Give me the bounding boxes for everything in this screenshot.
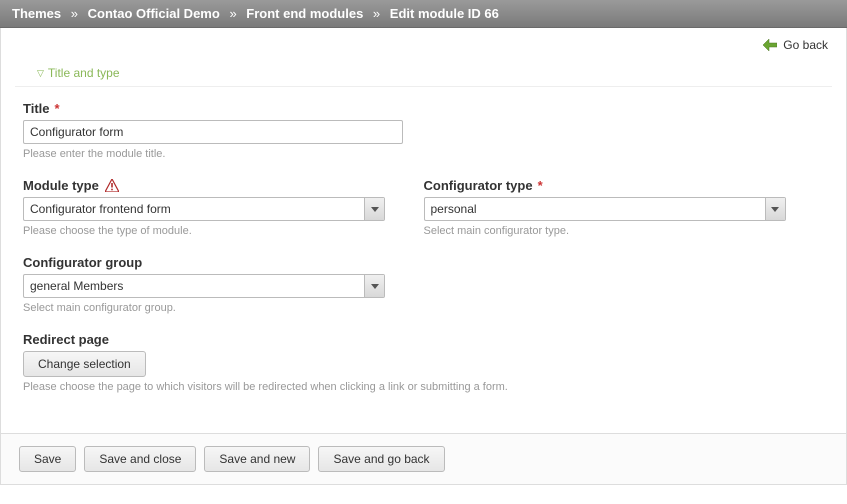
configurator-group-label: Configurator group <box>23 255 824 270</box>
title-label: Title* <box>23 101 824 116</box>
warning-icon <box>105 179 119 192</box>
configurator-group-help: Select main configurator group. <box>23 302 824 314</box>
required-mark: * <box>538 178 543 193</box>
title-help: Please enter the module title. <box>23 148 824 160</box>
chevron-down-icon[interactable] <box>364 198 384 220</box>
save-and-go-back-button[interactable]: Save and go back <box>318 446 444 472</box>
field-title: Title* Please enter the module title. <box>23 101 824 160</box>
field-configurator-group: Configurator group general Members Selec… <box>23 255 824 314</box>
breadcrumb-sep: » <box>229 6 236 21</box>
breadcrumb: Themes » Contao Official Demo » Front en… <box>0 0 847 28</box>
go-back-label: Go back <box>783 38 828 52</box>
breadcrumb-item[interactable]: Themes <box>12 6 61 21</box>
module-type-select[interactable]: Configurator frontend form <box>23 197 385 221</box>
change-selection-button[interactable]: Change selection <box>23 351 146 377</box>
module-type-label: Module type <box>23 178 404 193</box>
breadcrumb-item[interactable]: Front end modules <box>246 6 363 21</box>
breadcrumb-item: Edit module ID 66 <box>390 6 499 21</box>
breadcrumb-sep: » <box>71 6 78 21</box>
configurator-type-label: Configurator type* <box>424 178 825 193</box>
field-configurator-type: Configurator type* personal Select main … <box>424 178 825 237</box>
triangle-down-icon: ▽ <box>37 68 44 79</box>
chevron-down-icon[interactable] <box>765 198 785 220</box>
save-button[interactable]: Save <box>19 446 76 472</box>
breadcrumb-sep: » <box>373 6 380 21</box>
section-title-type[interactable]: ▽ Title and type <box>15 58 832 87</box>
configurator-type-help: Select main configurator type. <box>424 225 825 237</box>
arrow-left-icon <box>763 39 777 51</box>
chevron-down-icon[interactable] <box>364 275 384 297</box>
title-input[interactable] <box>23 120 403 144</box>
save-and-close-button[interactable]: Save and close <box>84 446 196 472</box>
field-module-type: Module type Configurator frontend form P… <box>23 178 424 237</box>
required-mark: * <box>55 101 60 116</box>
redirect-page-help: Please choose the page to which visitors… <box>23 381 824 393</box>
redirect-page-label: Redirect page <box>23 332 824 347</box>
save-and-new-button[interactable]: Save and new <box>204 446 310 472</box>
field-redirect-page: Redirect page Change selection Please ch… <box>23 332 824 393</box>
module-type-value: Configurator frontend form <box>24 198 364 220</box>
module-form: Go back ▽ Title and type Title* Please e… <box>0 28 847 485</box>
configurator-group-value: general Members <box>24 275 364 297</box>
go-back-link[interactable]: Go back <box>763 38 828 52</box>
module-type-help: Please choose the type of module. <box>23 225 404 237</box>
configurator-type-value: personal <box>425 198 765 220</box>
section-title-label: Title and type <box>48 66 120 80</box>
configurator-group-select[interactable]: general Members <box>23 274 385 298</box>
button-bar: Save Save and close Save and new Save an… <box>1 433 846 484</box>
breadcrumb-item[interactable]: Contao Official Demo <box>88 6 220 21</box>
configurator-type-select[interactable]: personal <box>424 197 786 221</box>
